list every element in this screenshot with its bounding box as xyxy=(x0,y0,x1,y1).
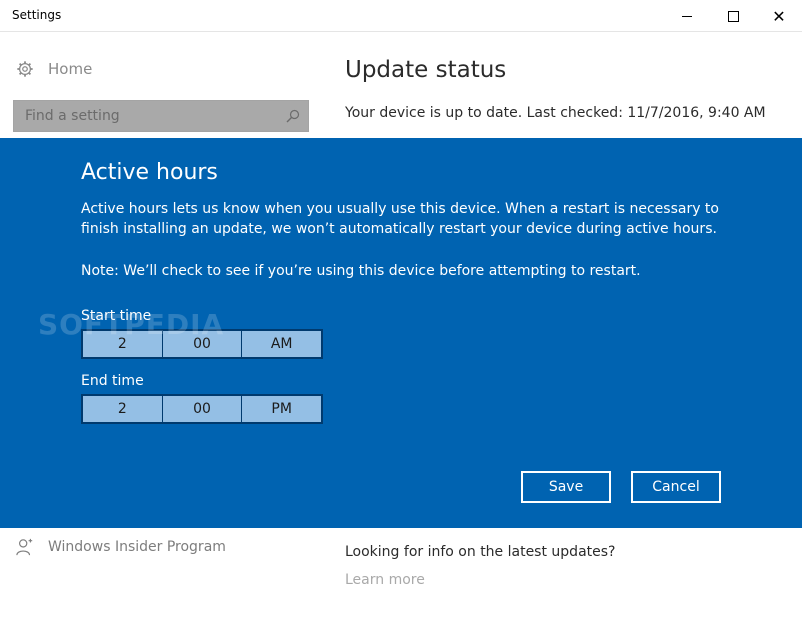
dialog-note: Note: We’ll check to see if you’re using… xyxy=(81,263,641,279)
maximize-icon xyxy=(727,10,739,22)
search-input[interactable]: Find a setting xyxy=(25,108,120,124)
watermark: SOFTPEDIA xyxy=(38,308,225,341)
dialog-title: Active hours xyxy=(81,160,218,185)
end-time-label: End time xyxy=(81,373,144,389)
insider-label: Windows Insider Program xyxy=(48,539,226,555)
end-period[interactable]: PM xyxy=(242,396,321,422)
update-status-text: Your device is up to date. Last checked:… xyxy=(345,105,766,121)
gear-icon xyxy=(17,61,33,77)
home-label: Home xyxy=(48,60,93,78)
end-time-picker[interactable]: 2 00 PM xyxy=(81,394,323,424)
window-title: Settings xyxy=(12,8,62,22)
minimize-button[interactable] xyxy=(664,0,710,32)
end-hour[interactable]: 2 xyxy=(83,396,163,422)
info-text: Looking for info on the latest updates? xyxy=(345,544,616,560)
search-box[interactable]: Find a setting xyxy=(13,100,309,132)
person-icon xyxy=(16,538,33,556)
close-icon: ✕ xyxy=(772,6,786,26)
start-period[interactable]: AM xyxy=(242,331,321,357)
page-title: Update status xyxy=(345,57,507,83)
sidebar-item-insider[interactable]: Windows Insider Program xyxy=(16,538,226,556)
learn-more-link[interactable]: Learn more xyxy=(345,572,425,588)
minimize-icon xyxy=(682,15,692,17)
search-icon[interactable] xyxy=(286,109,300,123)
maximize-button[interactable] xyxy=(710,0,756,32)
close-button[interactable]: ✕ xyxy=(756,0,802,32)
sidebar-item-home[interactable]: Home xyxy=(16,58,92,80)
save-button[interactable]: Save xyxy=(521,471,611,503)
dialog-description: Active hours lets us know when you usual… xyxy=(81,201,719,237)
cancel-button[interactable]: Cancel xyxy=(631,471,721,503)
end-minute[interactable]: 00 xyxy=(163,396,243,422)
title-bar: Settings ✕ xyxy=(0,0,802,32)
